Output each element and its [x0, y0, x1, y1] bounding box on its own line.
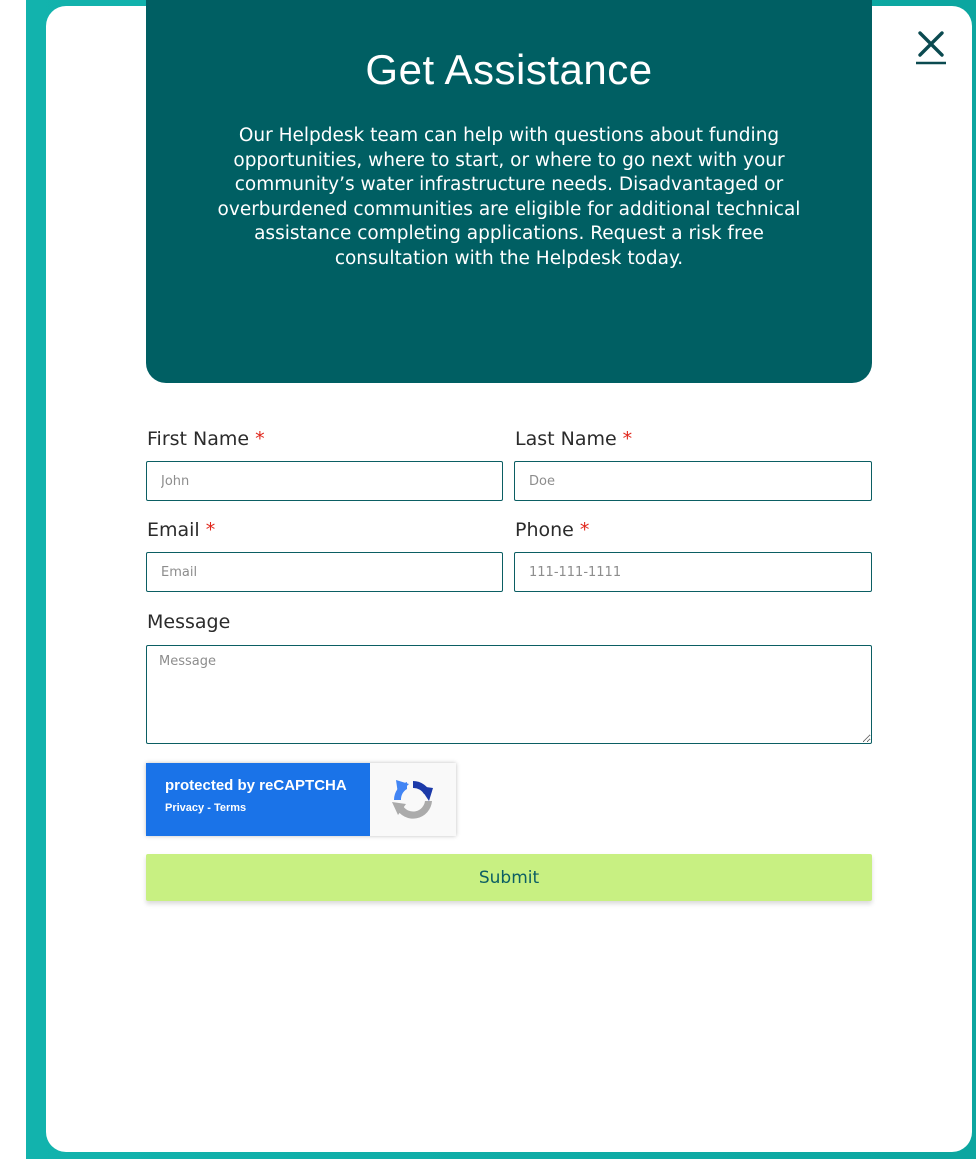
first-name-label: First Name *: [147, 427, 265, 451]
phone-input[interactable]: [514, 552, 872, 592]
page-title: Get Assistance: [365, 46, 653, 93]
first-name-input[interactable]: [146, 461, 503, 501]
recaptcha-text-panel: protected by reCAPTCHA Privacy - Terms: [146, 763, 370, 836]
email-label-text: Email: [147, 519, 200, 541]
last-name-required-mark: *: [622, 428, 633, 450]
email-input[interactable]: [146, 552, 503, 592]
close-icon: [916, 31, 946, 65]
hero-description: Our Helpdesk team can help with question…: [217, 125, 801, 269]
phone-label: Phone *: [515, 518, 589, 542]
first-name-label-text: First Name: [147, 428, 250, 450]
email-label: Email *: [147, 518, 215, 542]
recaptcha-logo-icon: [392, 779, 433, 819]
first-name-required-mark: *: [255, 428, 265, 450]
close-button[interactable]: [913, 28, 949, 66]
recaptcha-title: protected by reCAPTCHA: [165, 777, 347, 794]
message-textarea[interactable]: [146, 645, 872, 744]
recaptcha-link-separator: -: [204, 802, 214, 814]
recaptcha-logo-panel: [370, 763, 456, 836]
email-required-mark: *: [205, 519, 216, 541]
last-name-label: Last Name *: [515, 427, 632, 451]
recaptcha-privacy-link[interactable]: Privacy: [165, 802, 204, 814]
last-name-label-text: Last Name: [515, 428, 617, 450]
recaptcha-badge: protected by reCAPTCHA Privacy - Terms: [146, 763, 456, 836]
phone-label-text: Phone: [515, 519, 574, 541]
message-label: Message: [147, 611, 231, 633]
submit-button[interactable]: Submit: [146, 854, 872, 901]
recaptcha-terms-link[interactable]: Terms: [214, 802, 246, 814]
phone-required-mark: *: [579, 519, 590, 541]
hero-banner: Get Assistance Our Helpdesk team can hel…: [146, 0, 872, 383]
recaptcha-links: Privacy - Terms: [165, 802, 370, 814]
last-name-input[interactable]: [514, 461, 872, 501]
